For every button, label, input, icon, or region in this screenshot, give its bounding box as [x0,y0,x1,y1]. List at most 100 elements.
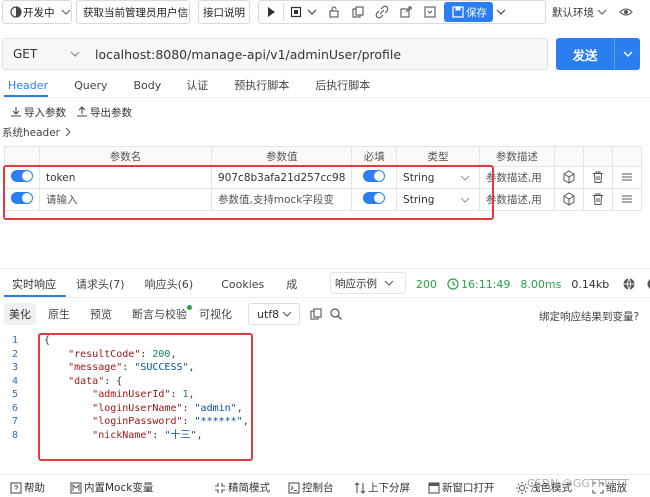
env-status-label: 开发中 [23,6,55,19]
help-button[interactable]: 帮助 [8,480,45,496]
trash-icon[interactable] [590,191,606,207]
console-button[interactable]: 控制台 [286,480,334,496]
external-link-icon[interactable] [398,4,414,20]
env-status-select[interactable]: 开发中 [2,0,72,24]
annotation-highlight [38,333,253,461]
tab-pre-script[interactable]: 预执行脚本 [234,77,289,93]
tab-response-headers[interactable]: 响应头(6) [145,276,194,292]
search-icon[interactable] [328,306,344,322]
header-actions: 导入参数 导出参数 [8,104,132,120]
api-name-value: 获取当前管理员用户信 [83,6,188,19]
console-label: 控制台 [302,482,334,494]
response-meta: 200 16:11:49 8.00ms 0.14kb [416,276,650,292]
view-tab-raw[interactable]: 原生 [48,306,70,322]
api-name-input[interactable]: 获取当前管理员用户信 [76,0,190,24]
response-size: 0.14kb [571,277,610,291]
view-tab-preview[interactable]: 预览 [90,306,112,322]
tab-auth[interactable]: 认证 [186,77,208,93]
drag-handle-icon[interactable] [619,191,635,207]
link-icon[interactable] [374,4,390,20]
view-tab-assert[interactable]: 断言与校验 [132,306,187,322]
clock-icon [445,276,461,292]
env-select[interactable]: 默认环境 [552,0,610,24]
tab-more[interactable]: 成 [286,276,297,292]
doc-button[interactable]: 接口说明 [198,0,250,24]
line-number: 7 [11,416,18,427]
tab-request-headers[interactable]: 请求头(7) [76,276,125,292]
divider [0,297,650,298]
save-icon [450,4,466,20]
split-button[interactable]: 上下分屏 [352,480,410,496]
eye-icon[interactable] [618,4,634,20]
mock-button[interactable]: 内置Mock变量 [68,480,153,496]
line-number: 8 [11,429,18,441]
import-button[interactable]: 导入参数 [8,104,66,120]
method-select[interactable]: GET [3,39,83,69]
view-tab-pretty[interactable]: 美化 [4,303,36,325]
lock-icon[interactable] [326,4,342,20]
tab-header[interactable]: Header [8,79,48,92]
info-icon[interactable] [645,276,650,292]
send-button[interactable]: 发送 [556,45,614,64]
mock-icon [68,480,84,496]
globe-icon[interactable] [621,276,637,292]
divider [0,268,650,269]
export-button[interactable]: 导出参数 [74,104,132,120]
encoding-select[interactable]: utf8 [248,303,300,325]
col-required: 必填 [351,146,398,167]
export-label: 导出参数 [90,106,132,119]
copy-icon[interactable] [308,306,324,322]
example-select[interactable]: 响应示例 [330,272,406,294]
line-number: 4 [11,375,18,387]
window-icon [426,480,442,496]
param-table-header: 参数名 参数值 必填 类型 参数描述 [4,146,643,167]
response-time: 16:11:49 [461,277,511,291]
chevron-down-icon[interactable] [304,4,320,20]
col-name: 参数名 [38,146,213,167]
toggle-icon [9,4,23,20]
system-header-label: 系统header [2,126,60,139]
system-header-toggle[interactable]: 系统header [2,124,76,140]
cube-icon[interactable] [561,191,577,207]
line-number: 3 [11,362,18,373]
response-duration: 8.00ms [520,277,562,291]
help-icon [8,480,24,496]
split-icon [352,480,368,496]
status-code: 200 [416,277,437,291]
simple-mode-button[interactable]: 精简模式 [212,480,270,496]
response-tabs: 实时响应 请求头(7) 响应头(6) Cookies 成 [12,275,297,293]
record-icon[interactable] [288,4,304,20]
line-number: 1 [11,335,18,346]
line-number: 2 [11,348,18,360]
play-icon[interactable] [263,4,279,20]
chevron-down-icon[interactable] [620,46,636,62]
code-icon[interactable] [422,4,438,20]
tab-live-response[interactable]: 实时响应 [12,276,56,292]
cube-icon[interactable] [561,169,577,185]
tab-body[interactable]: Body [134,79,162,92]
save-button[interactable]: 保存 [444,2,493,22]
copy-icon[interactable] [350,4,366,20]
tab-cookies[interactable]: Cookies [221,278,264,291]
trash-icon[interactable] [590,169,606,185]
url-input[interactable]: localhost:8080/manage-api/v1/adminUser/p… [83,47,401,62]
bind-result-link[interactable]: 绑定响应结果到变量? [539,309,639,324]
view-tab-visual[interactable]: 可视化 [199,306,232,322]
tab-query[interactable]: Query [74,79,107,92]
url-bar: GET localhost:8080/manage-api/v1/adminUs… [2,38,548,70]
chevron-down-icon[interactable] [493,4,509,20]
col-type: 类型 [396,146,480,167]
chevron-right-icon [60,124,76,140]
line-number: 6 [11,402,18,414]
chevron-down-icon [381,275,397,291]
import-label: 导入参数 [24,106,66,119]
simple-mode-label: 精简模式 [228,482,270,494]
encoding-label: utf8 [257,307,280,321]
drag-handle-icon[interactable] [619,169,635,185]
terminal-icon [286,480,302,496]
annotation-highlight [3,165,494,220]
tab-post-script[interactable]: 后执行脚本 [315,77,370,93]
view-tabs: 美化 原生 预览 断言与校验 可视化 [4,303,232,325]
new-window-button[interactable]: 新窗口打开 [426,480,495,496]
mock-label: 内置Mock变量 [84,482,154,494]
